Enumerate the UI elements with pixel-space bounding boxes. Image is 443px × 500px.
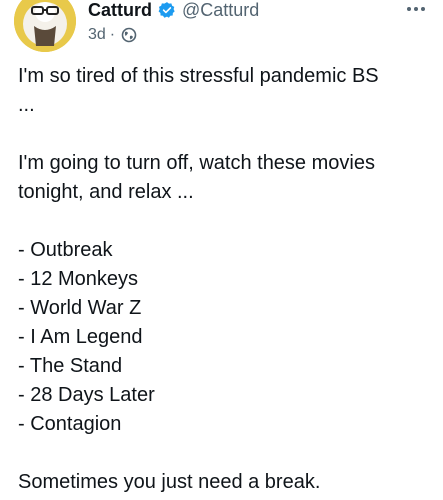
tweet-line: ... — [18, 94, 35, 116]
list-item: - Outbreak — [18, 239, 113, 261]
display-name[interactable]: Catturd — [88, 0, 152, 22]
timestamp[interactable]: 3d — [88, 24, 106, 46]
globe-icon — [121, 27, 137, 43]
tweet-meta: 3d · — [88, 24, 137, 46]
list-item: - World War Z — [18, 297, 142, 319]
verified-badge-icon — [158, 1, 176, 19]
cat-avatar-icon — [14, 0, 76, 52]
tweet-line: I'm going to turn off, watch these movie… — [18, 152, 375, 174]
list-item: - 28 Days Later — [18, 384, 155, 406]
tweet-line: I'm so tired of this stressful pandemic … — [18, 65, 379, 87]
tweet-header: Catturd @Catturd 3d · — [88, 0, 429, 48]
meta-separator: · — [109, 26, 116, 43]
tweet-closing: Sometimes you just need a break. — [18, 471, 321, 493]
tweet-body: I'm so tired of this stressful pandemic … — [18, 62, 430, 497]
handle[interactable]: @Catturd — [182, 0, 259, 22]
avatar[interactable] — [14, 0, 76, 52]
list-item: - 12 Monkeys — [18, 268, 139, 290]
author-line: Catturd @Catturd — [88, 0, 259, 22]
list-item: - The Stand — [18, 355, 123, 377]
tweet-line: tonight, and relax ... — [18, 181, 194, 203]
movie-list: - Outbreak - 12 Monkeys - World War Z - … — [18, 236, 430, 439]
more-options-icon[interactable] — [407, 2, 425, 16]
list-item: - I Am Legend — [18, 326, 143, 348]
list-item: - Contagion — [18, 413, 122, 435]
